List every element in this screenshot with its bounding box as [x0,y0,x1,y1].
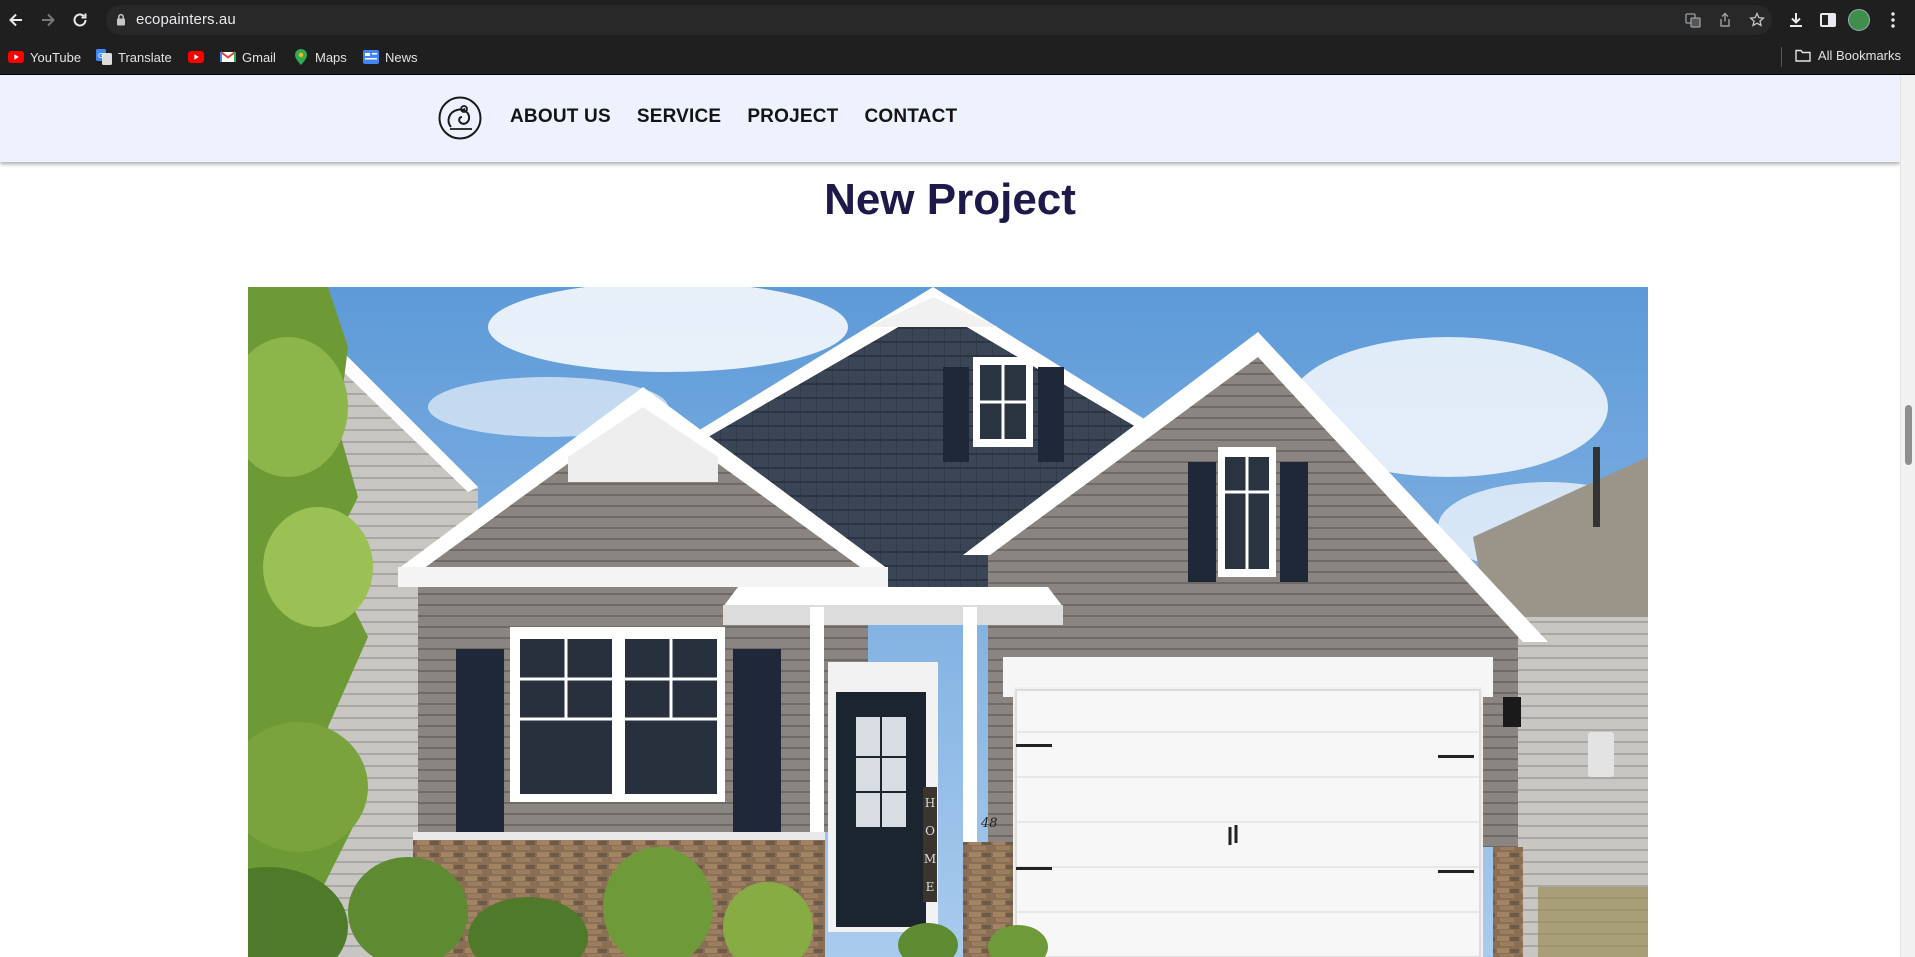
project-house-image: H O M E 48 [248,287,1648,957]
translate-icon: G [96,49,112,65]
bookmark-label: News [385,49,418,65]
door-sign-letter-o: O [925,824,935,838]
address-bar[interactable]: ecopainters.au [106,5,1772,35]
svg-text:G: G [98,52,103,60]
more-menu-icon[interactable] [1882,9,1904,31]
bookmarks-divider [1781,47,1782,67]
share-icon[interactable] [1717,12,1733,28]
nav-about-us[interactable]: ABOUT US [510,106,611,128]
side-panel-icon[interactable] [1817,9,1839,31]
url-text: ecopainters.au [136,11,236,28]
bookmark-label: Gmail [242,49,276,65]
door-sign-letter-m: M [924,852,936,866]
reload-icon[interactable] [68,8,92,32]
bookmark-maps[interactable]: Maps [293,48,347,66]
back-icon[interactable] [4,8,28,32]
bookmark-label: Maps [315,49,347,65]
maps-icon [293,49,309,65]
nav-service[interactable]: SERVICE [637,106,721,128]
door-sign-letter-h: H [925,796,935,810]
chameleon-logo-icon[interactable] [438,96,482,140]
bookmark-youtube-2[interactable] [188,48,210,66]
youtube-icon [188,49,204,65]
bookmark-gmail[interactable]: Gmail [220,48,276,66]
lock-icon[interactable] [116,13,126,31]
web-page: ABOUT US SERVICE PROJECT CONTACT New Pro… [0,75,1900,957]
all-bookmarks-label: All Bookmarks [1817,48,1901,63]
nav-contact[interactable]: CONTACT [864,106,957,128]
translate-page-icon[interactable] [1685,12,1701,28]
scrollbar-thumb[interactable] [1905,405,1912,465]
bookmark-youtube[interactable]: YouTube [8,48,81,66]
youtube-icon [8,49,24,65]
browser-toolbar: ecopainters.au [0,0,1915,40]
site-header: ABOUT US SERVICE PROJECT CONTACT [0,75,1900,162]
main-nav: ABOUT US SERVICE PROJECT CONTACT [510,106,983,128]
news-icon [363,49,379,65]
page-scrollbar[interactable] [1900,75,1915,957]
gmail-icon [220,49,236,65]
profile-avatar[interactable] [1848,9,1870,31]
bookmark-star-icon[interactable] [1749,12,1765,28]
door-sign-letter-e: E [926,880,935,894]
bookmark-translate[interactable]: G Translate [96,48,172,66]
download-icon[interactable] [1785,9,1807,31]
house-number: 48 [980,816,998,831]
all-bookmarks-button[interactable]: All Bookmarks [1795,48,1901,63]
nav-project[interactable]: PROJECT [747,106,838,128]
forward-icon[interactable] [36,8,60,32]
bookmark-news[interactable]: News [363,48,418,66]
page-title: New Project [824,175,1076,224]
folder-icon [1795,49,1811,62]
bookmarks-bar: YouTube G Translate Gmail Maps News All … [0,40,1915,75]
bookmark-label: YouTube [30,49,82,65]
bookmark-label: Translate [118,49,172,65]
